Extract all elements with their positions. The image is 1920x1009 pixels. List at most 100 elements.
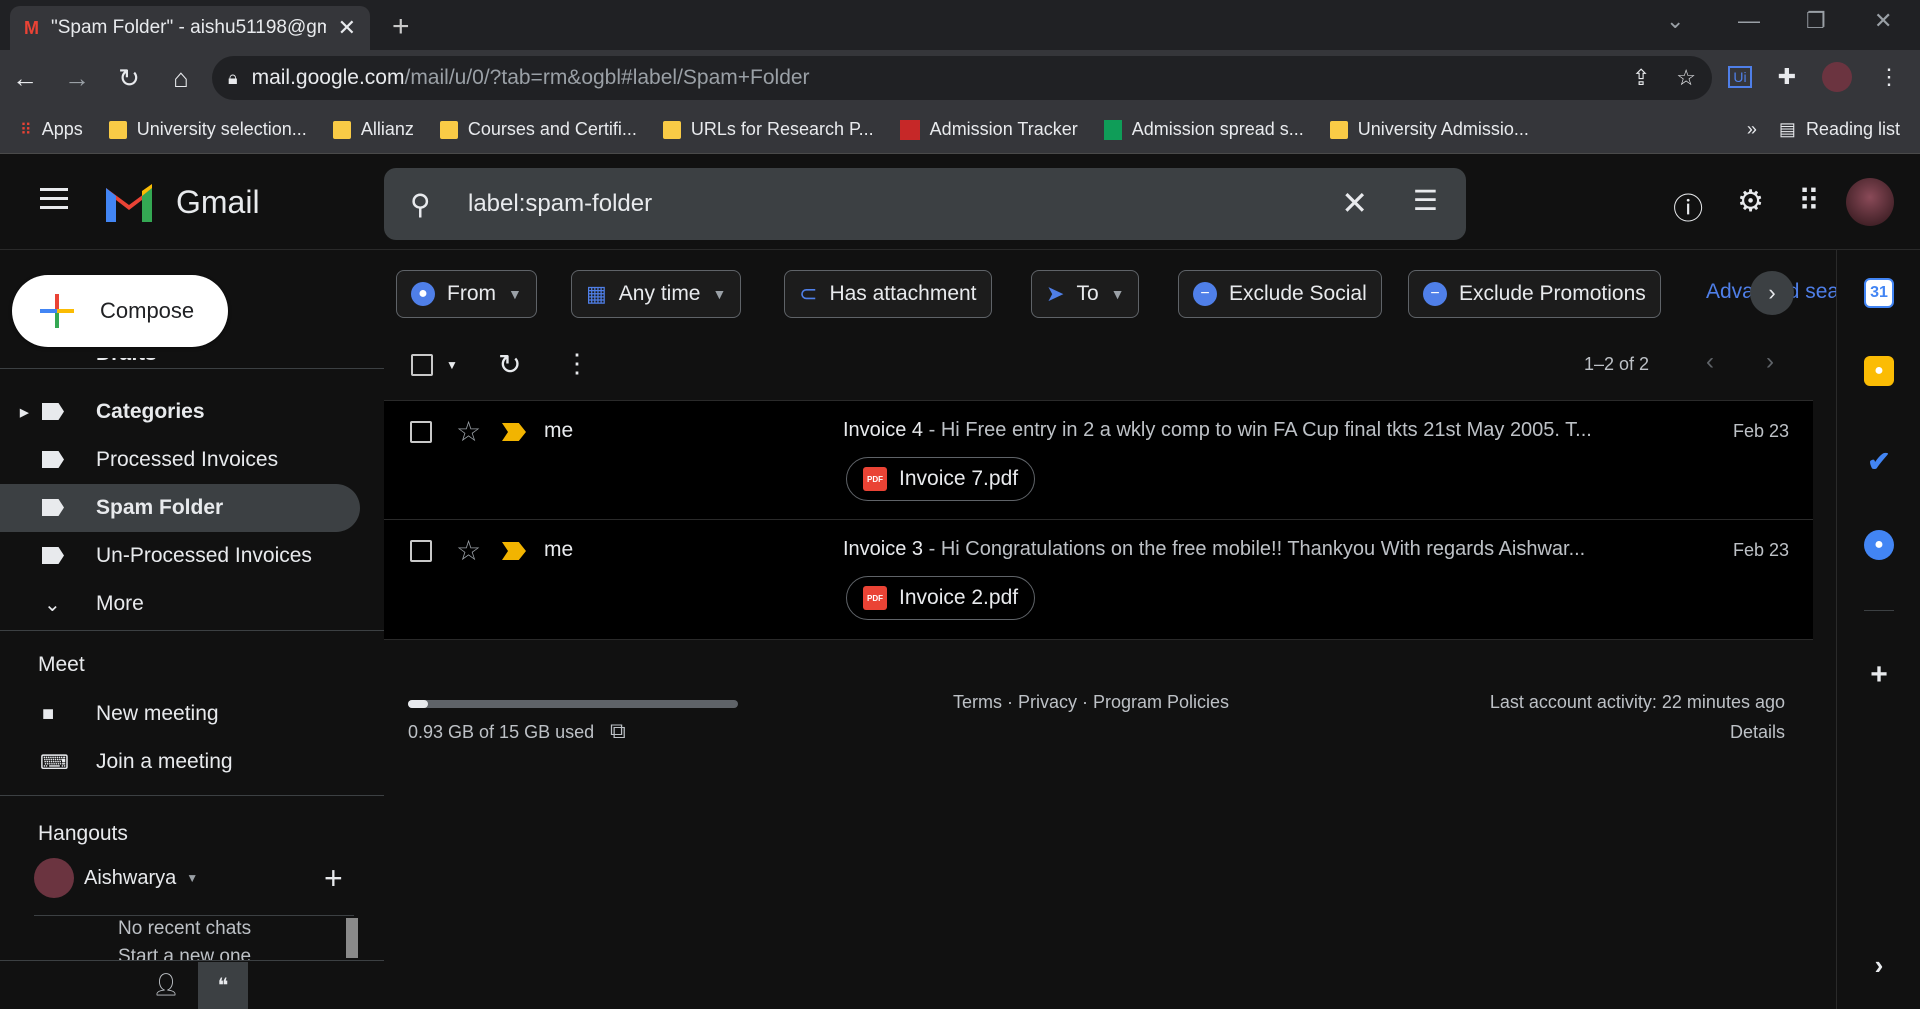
reading-list[interactable]: ▤ Reading list	[1779, 119, 1900, 140]
help-icon[interactable]: ⓘ	[1673, 184, 1703, 228]
new-meeting-button[interactable]: ■ New meeting	[0, 690, 360, 738]
star-icon[interactable]: ☆	[456, 534, 481, 567]
expand-panel-icon[interactable]: ›	[1864, 950, 1894, 980]
bookmark-item[interactable]: URLs for Research P...	[662, 119, 874, 140]
search-input[interactable]: label:spam-folder	[468, 190, 652, 218]
next-page-icon[interactable]: ›	[1766, 348, 1774, 376]
browser-tab[interactable]: M "Spam Folder" - aishu51198@gm ✕	[10, 6, 370, 50]
row-checkbox[interactable]	[410, 421, 432, 443]
subject-snippet: Invoice 4 - Hi Free entry in 2 a wkly co…	[843, 419, 1592, 441]
sidebar-item-drafts[interactable]: Drafts	[0, 358, 360, 378]
gmail-logo-icon[interactable]	[102, 180, 156, 222]
keep-app-icon[interactable]: ●	[1864, 356, 1894, 386]
attachment-chip[interactable]: PDF Invoice 7.pdf	[846, 457, 1036, 501]
get-addons-plus-icon[interactable]: +	[1864, 658, 1894, 691]
sidebar-item-more[interactable]: ⌄ More	[0, 580, 360, 628]
forward-icon[interactable]: →	[64, 63, 90, 94]
important-marker-icon[interactable]	[502, 423, 526, 441]
search-options-icon[interactable]: ☰	[1413, 184, 1438, 217]
select-all-checkbox[interactable]	[411, 354, 433, 376]
calendar-app-icon[interactable]: 31	[1864, 278, 1894, 308]
star-icon[interactable]: ☆	[456, 415, 481, 448]
bookmarks-bar: ⠿ Apps University selection... Allianz Co…	[0, 106, 1920, 154]
omnibox[interactable]: 🔒︎ mail.google.com/mail/u/0/?tab=rm&ogbl…	[212, 56, 1712, 100]
no-recent-chats: No recent chats	[118, 918, 252, 939]
attachment-chip[interactable]: PDF Invoice 2.pdf	[846, 576, 1036, 620]
last-activity: Last account activity: 22 minutes ago	[1489, 692, 1785, 712]
reload-icon[interactable]: ↻	[116, 63, 142, 94]
compose-button[interactable]: Compose	[12, 275, 228, 347]
hangouts-chat-icon[interactable]: ❝	[198, 962, 248, 1009]
tab-search-icon[interactable]: ⌄	[1666, 8, 1684, 34]
email-row[interactable]: ☆ me Invoice 3 - Hi Congratulations on t…	[384, 520, 1813, 640]
new-tab-icon[interactable]: +	[392, 10, 410, 44]
contacts-person-icon[interactable]: 👤︎	[152, 972, 180, 998]
select-caret-icon[interactable]: ▼	[446, 358, 458, 372]
chat-scrollbar[interactable]	[346, 918, 358, 958]
email-row[interactable]: ☆ me Invoice 4 - Hi Free entry in 2 a wk…	[384, 400, 1813, 520]
profile-avatar[interactable]	[1822, 62, 1852, 92]
tab-close-icon[interactable]: ✕	[338, 15, 356, 41]
extensions-icon[interactable]: ✚	[1778, 64, 1796, 90]
bookmark-item[interactable]: Allianz	[332, 119, 414, 140]
filter-has-attachment[interactable]: ⊂ Has attachment	[784, 270, 992, 318]
sidebar-item-categories[interactable]: ▶ Categories	[0, 388, 360, 436]
filter-any-time[interactable]: ▦ Any time ▼	[571, 270, 742, 318]
close-window-icon[interactable]: ✕	[1874, 8, 1892, 34]
search-icon[interactable]: ⚲	[410, 188, 431, 221]
bookmark-apps[interactable]: ⠿ Apps	[20, 119, 83, 140]
important-marker-icon[interactable]	[502, 542, 526, 560]
home-icon[interactable]: ⌂	[168, 63, 194, 94]
hangouts-user[interactable]: Aishwarya ▼	[34, 856, 354, 900]
bookmark-item[interactable]: University selection...	[108, 119, 307, 140]
account-avatar[interactable]	[1846, 178, 1894, 226]
filter-exclude-social[interactable]: − Exclude Social	[1178, 270, 1382, 318]
lock-icon[interactable]: 🔒︎	[228, 68, 238, 89]
row-checkbox[interactable]	[410, 540, 432, 562]
more-bookmarks-icon[interactable]: »	[1747, 119, 1757, 140]
new-chat-plus-icon[interactable]: +	[324, 860, 343, 897]
bookmark-item[interactable]: University Admissio...	[1329, 119, 1529, 140]
browser-menu-icon[interactable]: ⋮	[1878, 64, 1900, 90]
sidebar-item-spam-folder[interactable]: Spam Folder	[0, 484, 360, 532]
send-icon: ➤	[1046, 281, 1065, 306]
sidebar: Compose Drafts ▶ Categories Processed In…	[0, 250, 384, 1009]
restore-icon[interactable]: ❐	[1806, 8, 1826, 34]
clear-search-icon[interactable]: ✕	[1341, 184, 1368, 222]
tasks-app-icon[interactable]: ✔	[1864, 446, 1894, 477]
settings-gear-icon[interactable]: ⚙	[1737, 184, 1764, 228]
bookmark-star-icon[interactable]: ☆	[1676, 65, 1696, 91]
sidebar-item-unprocessed-invoices[interactable]: Un-Processed Invoices	[0, 532, 360, 580]
scroll-chips-right-icon[interactable]: ›	[1750, 271, 1794, 315]
sidebar-item-processed-invoices[interactable]: Processed Invoices	[0, 436, 360, 484]
contacts-app-icon[interactable]: ●	[1864, 530, 1894, 560]
back-icon[interactable]: ←	[12, 63, 38, 94]
main-menu-icon[interactable]	[40, 188, 68, 215]
caret-down-icon[interactable]: ▼	[186, 871, 198, 885]
apps-grid-icon[interactable]: ⠿	[1798, 184, 1820, 228]
filter-to[interactable]: ➤ To ▼	[1031, 270, 1140, 318]
previous-page-icon[interactable]: ‹	[1706, 348, 1714, 376]
sender: me	[544, 419, 574, 442]
bookmark-item[interactable]: Admission Tracker	[899, 119, 1078, 140]
start-new-chat-link[interactable]: Start a new one	[118, 946, 251, 960]
tab-title: "Spam Folder" - aishu51198@gm	[51, 17, 326, 38]
bookmark-item[interactable]: Courses and Certifi...	[439, 119, 637, 140]
pagination-text: 1–2 of 2	[1584, 354, 1650, 374]
expand-arrow-icon[interactable]: ▶	[20, 406, 28, 419]
hangouts-avatar	[34, 858, 74, 898]
minimize-icon[interactable]: —	[1738, 8, 1760, 34]
more-actions-icon[interactable]: ⋮	[564, 348, 590, 379]
open-storage-icon[interactable]: ⧉	[610, 718, 626, 744]
details-link[interactable]: Details	[1730, 722, 1785, 743]
join-meeting-button[interactable]: ⌨ Join a meeting	[0, 738, 360, 786]
share-icon[interactable]: ⇪	[1632, 65, 1650, 91]
footer-links[interactable]: Terms · Privacy · Program Policies	[953, 692, 1229, 713]
filter-exclude-promotions[interactable]: − Exclude Promotions	[1408, 270, 1661, 318]
uipath-extension-icon[interactable]: Ui	[1728, 66, 1752, 88]
side-panel-rail: 31 ● ✔ ● + ›	[1836, 250, 1920, 1009]
search-bar[interactable]: ⚲ label:spam-folder ✕ ☰	[384, 168, 1466, 240]
bookmark-item[interactable]: Admission spread s...	[1103, 119, 1304, 140]
filter-from[interactable]: ● From ▼	[396, 270, 537, 318]
refresh-icon[interactable]: ↻	[498, 348, 521, 381]
